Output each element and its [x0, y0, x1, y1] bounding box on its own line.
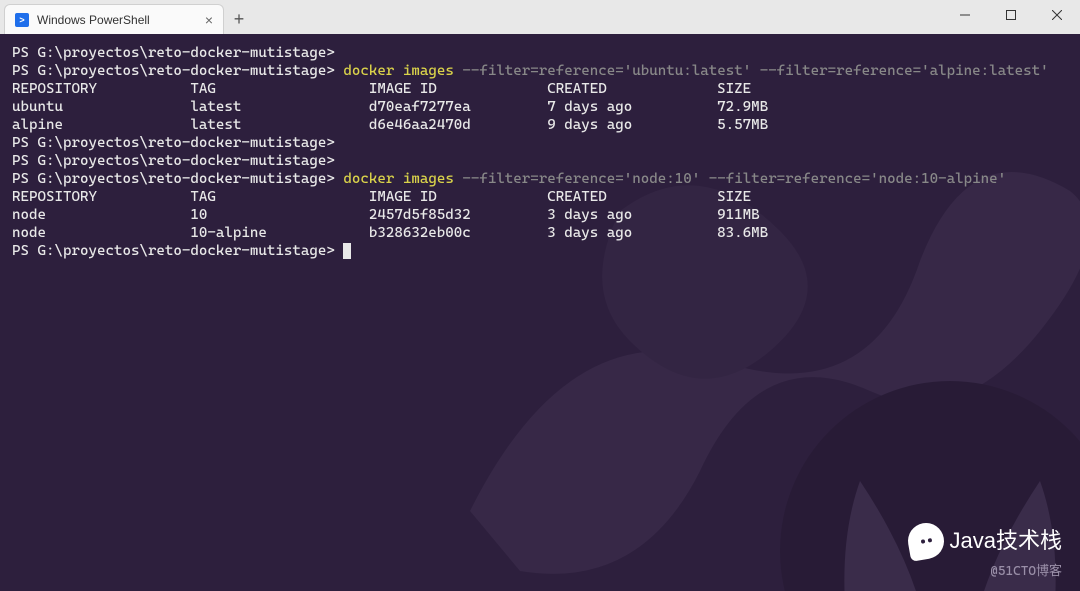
terminal-line: PS G:\proyectos\reto-docker-mutistage> d… — [12, 170, 1068, 188]
watermark-label: Java技术栈 — [950, 532, 1062, 550]
terminal-line: alpine latest d6e46aa2470d 9 days ago 5.… — [12, 116, 1068, 134]
terminal-lines: PS G:\proyectos\reto-docker-mutistage> P… — [12, 44, 1068, 260]
terminal-line: ubuntu latest d70eaf7277ea 7 days ago 72… — [12, 98, 1068, 116]
new-tab-button[interactable]: + — [224, 4, 254, 34]
terminal-line: REPOSITORY TAG IMAGE ID CREATED SIZE — [12, 80, 1068, 98]
cursor — [343, 243, 351, 259]
terminal-line: PS G:\proyectos\reto-docker-mutistage> — [12, 44, 1068, 62]
titlebar: > Windows PowerShell × + — [0, 0, 1080, 34]
terminal-line: PS G:\proyectos\reto-docker-mutistage> — [12, 152, 1068, 170]
minimize-button[interactable] — [942, 0, 988, 30]
chat-bubble-icon — [905, 520, 947, 562]
terminal-line: PS G:\proyectos\reto-docker-mutistage> d… — [12, 62, 1068, 80]
close-icon[interactable]: × — [205, 12, 213, 28]
close-button[interactable] — [1034, 0, 1080, 30]
app-window: > Windows PowerShell × + PS G: — [0, 0, 1080, 591]
terminal-line: PS G:\proyectos\reto-docker-mutistage> — [12, 134, 1068, 152]
tab-powershell[interactable]: > Windows PowerShell × — [4, 4, 224, 34]
terminal-line: node 10-alpine b328632eb00c 3 days ago 8… — [12, 224, 1068, 242]
maximize-button[interactable] — [988, 0, 1034, 30]
tab-title: Windows PowerShell — [37, 13, 150, 27]
tabs-container: > Windows PowerShell × + — [0, 0, 254, 34]
attribution-text: @51CTO博客 — [990, 563, 1062, 581]
terminal-line: node 10 2457d5f85d32 3 days ago 911MB — [12, 206, 1068, 224]
terminal-body[interactable]: PS G:\proyectos\reto-docker-mutistage> P… — [0, 34, 1080, 591]
window-controls — [942, 0, 1080, 30]
terminal-line: REPOSITORY TAG IMAGE ID CREATED SIZE — [12, 188, 1068, 206]
powershell-icon: > — [15, 13, 29, 27]
wechat-watermark: Java技术栈 — [908, 523, 1062, 559]
terminal-line: PS G:\proyectos\reto-docker-mutistage> — [12, 242, 1068, 260]
